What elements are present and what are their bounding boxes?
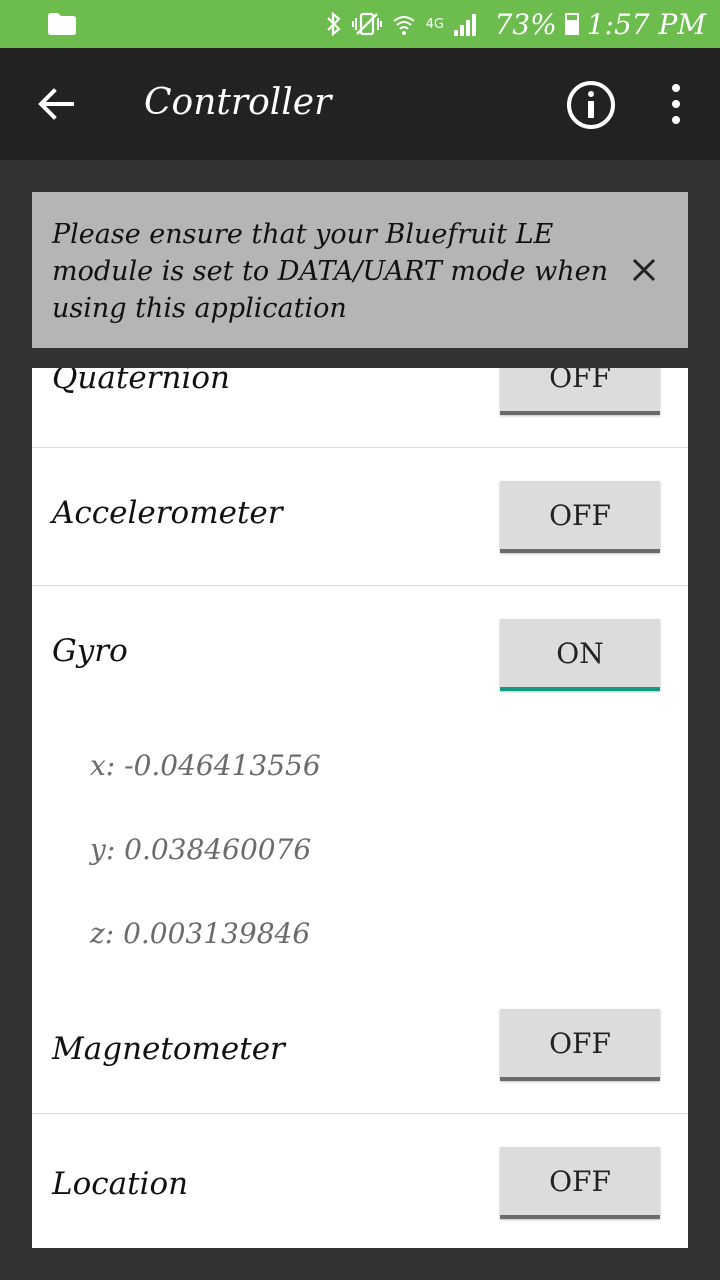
status-icons: 4G: [326, 10, 480, 38]
gyro-values: x: -0.046413556 y: 0.038460076 z: 0.0031…: [90, 746, 321, 998]
sensor-row-accelerometer: Accelerometer OFF: [32, 448, 688, 586]
sensor-row-location: Location OFF: [32, 1114, 688, 1248]
app-bar: Controller: [0, 48, 720, 160]
gyro-toggle[interactable]: ON: [500, 619, 660, 691]
sensor-label: Gyro: [52, 633, 128, 669]
vibrate-icon: [351, 12, 382, 36]
info-icon[interactable]: [566, 80, 616, 130]
sensor-list[interactable]: Quaternion OFF Accelerometer OFF Gyro ON…: [32, 368, 688, 1248]
wifi-icon: [393, 16, 415, 35]
uart-mode-banner: Please ensure that your Bluefruit LE mod…: [32, 192, 688, 348]
quaternion-toggle[interactable]: OFF: [500, 368, 660, 415]
battery-percent: 73%: [494, 7, 557, 41]
sensor-label: Location: [52, 1166, 189, 1202]
more-options-icon[interactable]: [664, 82, 688, 126]
magnetometer-toggle[interactable]: OFF: [500, 1009, 660, 1081]
sensor-row-magnetometer: Magnetometer OFF: [32, 976, 688, 1114]
clock: 1:57 PM: [586, 7, 706, 41]
gyro-x-value: x: -0.046413556: [90, 749, 321, 782]
gyro-y-value: y: 0.038460076: [90, 833, 312, 866]
status-bar: 4G 73% 1:57 PM: [0, 0, 720, 48]
folder-icon: [48, 13, 76, 35]
sensor-label: Magnetometer: [52, 1031, 285, 1067]
page-title: Controller: [144, 82, 332, 123]
battery-icon: [564, 13, 579, 35]
sensor-label: Accelerometer: [52, 495, 283, 531]
network-type: 4G: [425, 16, 444, 32]
back-arrow-icon[interactable]: [36, 84, 76, 124]
close-icon[interactable]: [628, 254, 660, 286]
bluetooth-icon: [326, 11, 341, 37]
sensor-row-quaternion: Quaternion OFF: [32, 368, 688, 448]
sensor-label: Quaternion: [52, 368, 230, 396]
banner-message: Please ensure that your Bluefruit LE mod…: [52, 219, 608, 324]
accelerometer-toggle[interactable]: OFF: [500, 481, 660, 553]
location-toggle[interactable]: OFF: [500, 1147, 660, 1219]
signal-icon: [454, 14, 476, 36]
